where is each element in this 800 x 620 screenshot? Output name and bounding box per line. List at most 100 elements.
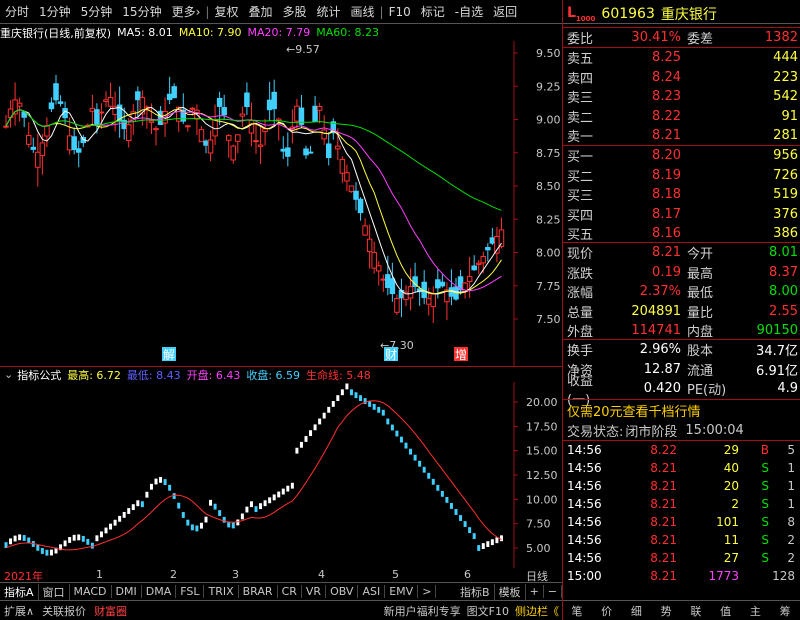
indicator-tab[interactable]: DMI (112, 585, 142, 598)
toolbar-item[interactable]: 标记 (416, 3, 450, 20)
indicator-tab[interactable]: CR (278, 585, 302, 598)
price-high-marker: ←9.57 (286, 43, 320, 56)
orderbook-price[interactable]: 8.16 (605, 226, 681, 241)
indicator-chart[interactable]: 20.00 17.50 15.00 12.50 10.00 7.50 5.00 (0, 382, 562, 568)
tick-volume: 2 (731, 497, 739, 511)
tick-price: 8.21 (650, 479, 677, 493)
orderbook-price[interactable]: 8.18 (605, 187, 681, 202)
indicator-tab[interactable]: 模板 (495, 583, 526, 600)
toolbar-item[interactable]: 更多› (167, 3, 206, 20)
tick-price: 8.21 (650, 515, 677, 529)
orderbook-price[interactable]: 8.19 (605, 168, 681, 183)
ind-bar (459, 515, 463, 521)
ind-bar (81, 535, 85, 542)
indicator-tab[interactable]: FSL (176, 585, 205, 598)
tick-price: 8.21 (650, 569, 677, 583)
indicator-tab[interactable]: 指标A (0, 583, 39, 600)
orderbook-price[interactable]: 8.21 (605, 128, 681, 143)
orderbook-row: 买四 8.17 376 (563, 205, 800, 224)
ind-axis-label: 17.50 (526, 420, 558, 433)
sidebar-toggle[interactable]: 侧边栏《 (512, 603, 562, 619)
orderbook-price[interactable]: 8.20 (605, 148, 681, 163)
toolbar-item[interactable]: 多股 (277, 3, 311, 20)
indicator-tab[interactable]: OBV (326, 585, 359, 598)
candle-body (39, 142, 46, 157)
stat-value: 12.87 (643, 361, 681, 377)
ind-bar (49, 549, 53, 556)
candle-body (44, 125, 50, 137)
indicator-name[interactable]: 指标公式 (17, 367, 61, 383)
stat-label: 流通 (687, 363, 714, 379)
toolbar-item[interactable]: 复权 (209, 3, 243, 20)
toolbar-item[interactable]: 5分钟 (76, 3, 118, 20)
candle-body (94, 109, 100, 126)
indicator-tab[interactable]: MACD (70, 585, 112, 598)
toolbar-item[interactable]: 画线 (346, 3, 380, 20)
toolbar-item[interactable]: -自选 (450, 3, 488, 20)
related-quote-button[interactable]: 关联报价 (38, 603, 90, 619)
quote-stat-row: 现价 8.21 今开 8.01 (563, 243, 800, 262)
quote-stat-row: 收益(一) 0.420 PE(动) 4.9 (563, 374, 800, 408)
orderbook-label: 买一 (567, 150, 594, 165)
indicator-tab[interactable]: 指标B (456, 583, 495, 600)
stat-value: 0.420 (643, 381, 681, 396)
indicator-tab[interactable]: − (544, 585, 562, 598)
ind-bar (481, 543, 485, 549)
ind-bar (277, 491, 281, 498)
indicator-tab[interactable]: EMV (385, 585, 419, 598)
indicator-tab[interactable]: BRAR (239, 585, 278, 598)
indicator-tab[interactable]: TRIX (204, 585, 239, 598)
candle-body (75, 148, 82, 153)
stat-value: 2.37% (639, 284, 681, 299)
toolbar-item[interactable]: 1分钟 (34, 3, 76, 20)
toolbar-item[interactable]: F10 (384, 5, 416, 19)
toolbar-item[interactable]: 分时 (0, 3, 34, 20)
indicator-tab[interactable]: + (526, 585, 544, 598)
wealth-circle-button[interactable]: 财富圈 (90, 603, 131, 619)
level2-promo[interactable]: 仅需20元查看千档行情 (563, 401, 800, 420)
tick-row: 14:56 8.21 2 S 1 (563, 495, 800, 513)
indicator-tab[interactable]: 窗口 (39, 583, 70, 600)
candle-body (16, 102, 23, 107)
indicator-tab[interactable]: ASI (358, 585, 386, 598)
orderbook-price[interactable]: 8.17 (605, 207, 681, 222)
candle-body (166, 93, 173, 101)
indicator-toggle-icon[interactable]: ⌄ (4, 368, 13, 381)
status-label: 交易状态: (567, 425, 624, 440)
indicator-tab[interactable]: DMA (142, 585, 177, 598)
ind-bar (490, 539, 494, 546)
orderbook-price[interactable]: 8.25 (605, 50, 681, 65)
orderbook-price[interactable]: 8.24 (605, 70, 681, 85)
tick-time: 14:56 (567, 533, 602, 547)
promo-link[interactable]: 新用户福利专享 (381, 603, 464, 619)
expand-button[interactable]: 扩展∧ (0, 603, 38, 619)
orderbook-row: 买二 8.19 726 (563, 166, 800, 185)
tick-count: 1 (787, 461, 795, 475)
ind-axis-label: 5.00 (526, 542, 551, 555)
toolbar-item[interactable]: 15分钟 (117, 3, 166, 20)
ind-bar (136, 500, 140, 507)
ind-bar (409, 448, 413, 455)
tick-volume: 40 (723, 461, 739, 475)
stat-value: 4.9 (777, 381, 798, 396)
kline-chart[interactable]: 9.50 9.25 9.00 8.75 8.50 8.25 8.00 7.75 7.50 ←9.5… (0, 41, 562, 366)
toolbar-item[interactable]: 叠加 (243, 3, 277, 20)
ind-bar (72, 534, 76, 541)
toolbar-item[interactable]: 统计 (311, 3, 345, 20)
indicator-tab[interactable]: > (418, 585, 437, 598)
toolbar-item[interactable]: 返回 (488, 3, 522, 20)
orderbook-price[interactable]: 8.23 (605, 89, 681, 104)
ind-bar (395, 430, 399, 437)
orderbook-price[interactable]: 8.22 (605, 109, 681, 124)
tick-time: 14:56 (567, 479, 602, 493)
f10-button[interactable]: 图文F10 (464, 603, 512, 619)
ma5-label: MA5: 8.01 (117, 26, 173, 39)
tick-volume: 20 (723, 479, 739, 493)
time-axis-label: 2 (170, 568, 177, 581)
price-axis-label: 9.50 (536, 47, 561, 60)
tick-volume: 11 (723, 533, 739, 547)
indicator-tab[interactable]: VR (302, 585, 327, 598)
time-axis-label: 4 (318, 568, 325, 581)
stock-title[interactable]: 重庆银行(日线,前复权) (0, 25, 111, 41)
candle-body (475, 262, 482, 265)
